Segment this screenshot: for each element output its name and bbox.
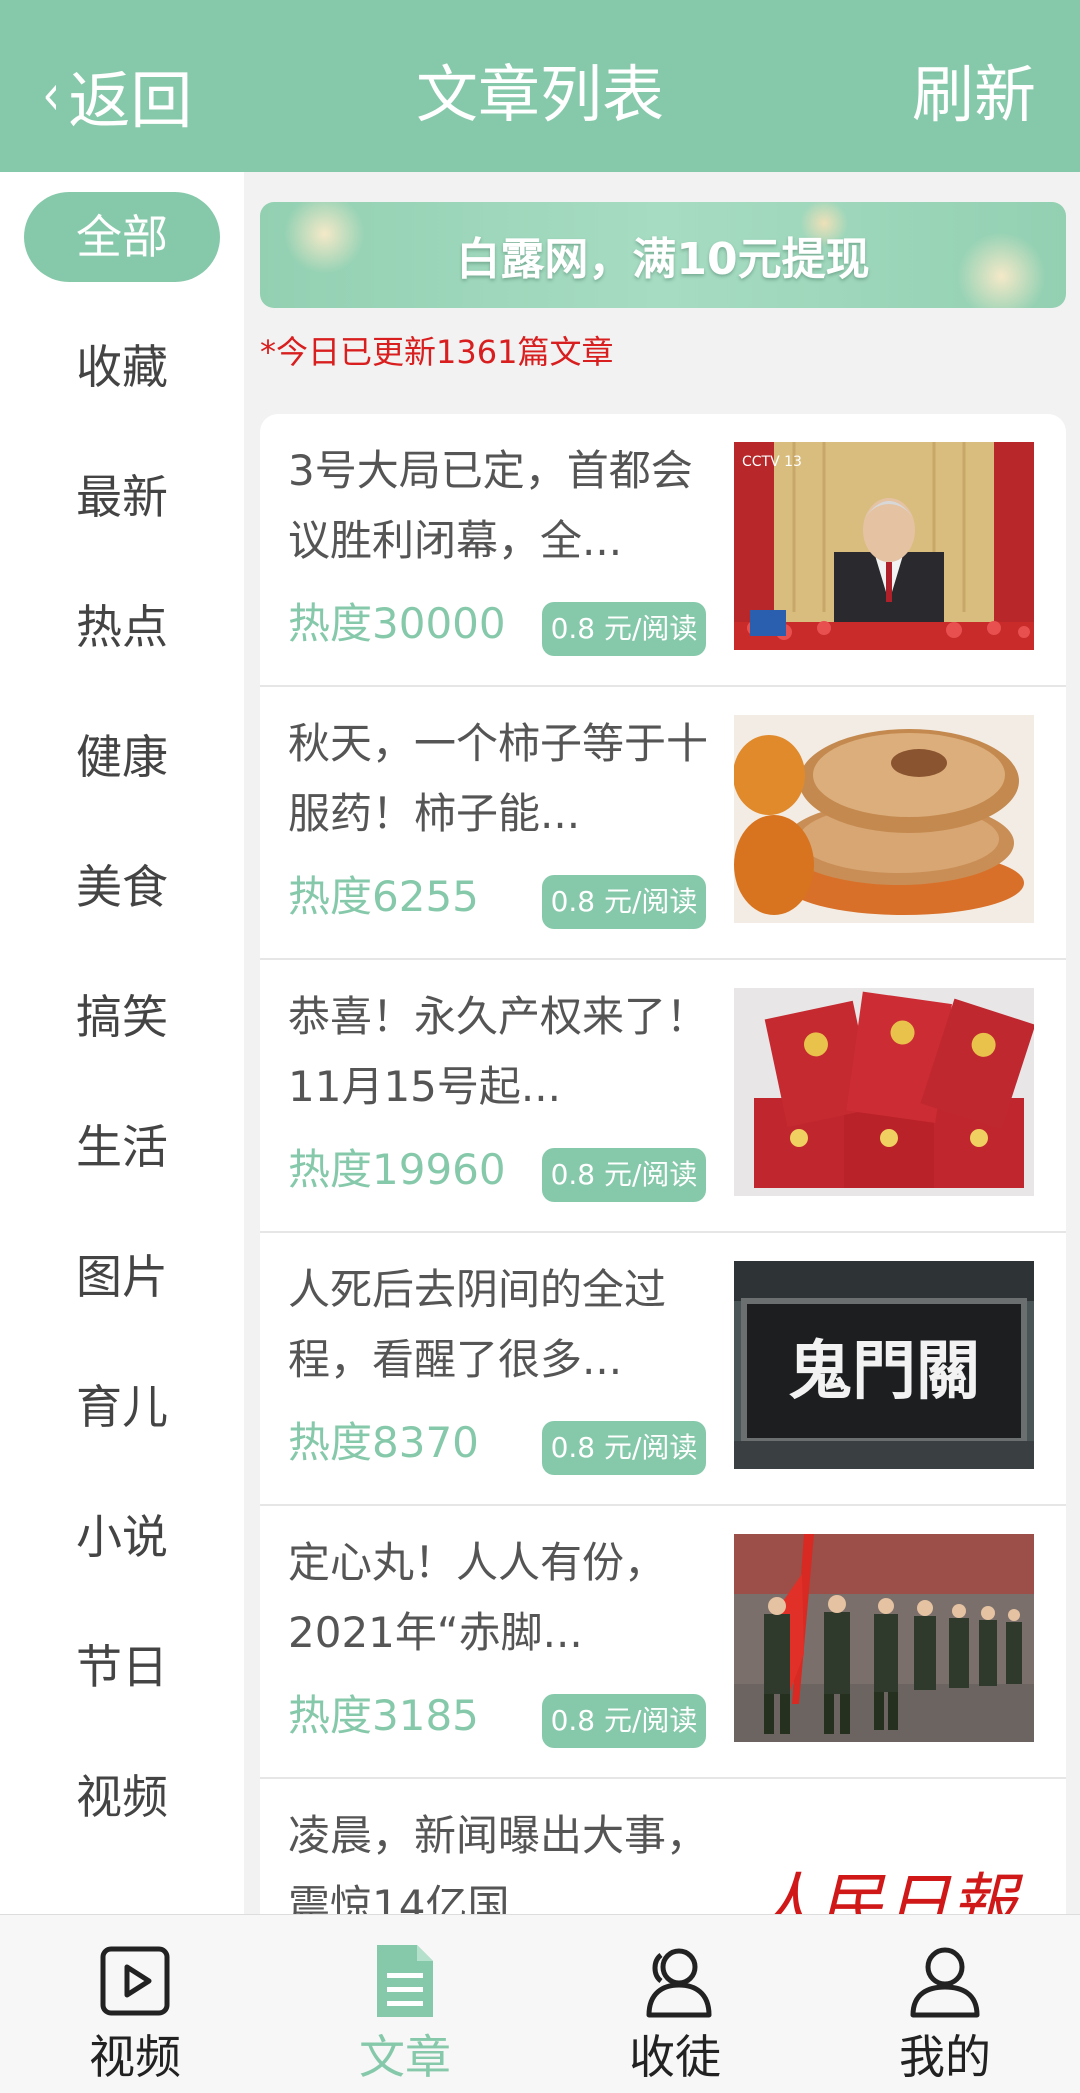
refresh-button[interactable]: 刷新 [912,50,1036,140]
price-badge: 0.8 元/阅读 [542,875,706,929]
price-badge: 0.8 元/阅读 [542,1694,706,1748]
tab-label: 收徒 [629,2030,721,2084]
heat-count: 热度3185 [288,1691,479,1740]
category-hot[interactable]: 热点 [24,582,220,672]
tab-label: 我的 [899,2030,991,2084]
heat-count: 热度6255 [288,872,479,921]
gate-sign-text: 鬼門關 [788,1334,980,1409]
category-funny[interactable]: 搞笑 [24,972,220,1062]
cctv-logo: CCTV 13 [742,454,802,470]
article-title: 人死后去阴间的全过程，看醒了很多... [288,1265,667,1384]
tab-profile[interactable]: 我的 [810,1915,1080,2093]
apprentice-icon [635,1941,715,2021]
category-favorites[interactable]: 收藏 [24,322,220,412]
article-card[interactable]: 秋天，一个柿子等于十服药！柿子能... 热度6255 0.8 元/阅读 [260,687,1066,960]
tab-apprentice[interactable]: 收徒 [540,1915,810,2093]
article-icon [365,1941,445,2021]
article-title: 恭喜！永久产权来了！11月15号起... [288,992,708,1111]
profile-icon [905,1941,985,2021]
price-badge: 0.8 元/阅读 [542,1148,706,1202]
tab-label: 视频 [89,2030,181,2084]
category-festival[interactable]: 节日 [24,1622,220,1712]
article-title: 秋天，一个柿子等于十服药！柿子能... [288,719,708,838]
price-badge: 0.8 元/阅读 [542,602,706,656]
price-badge: 0.8 元/阅读 [542,1421,706,1475]
heat-count: 热度30000 [288,599,506,648]
article-card[interactable]: 凌晨，新闻曝出大事，震惊14亿国... 人民日報 [260,1779,1066,1914]
tab-video[interactable]: 视频 [0,1915,270,2093]
dried-persimmon-photo [734,715,1034,923]
article-title: 定心丸！人人有份，2021年“赤脚... [288,1538,667,1657]
category-latest[interactable]: 最新 [24,452,220,542]
video-icon [95,1941,175,2021]
newspaper-logo-photo: 人民日報 [734,1807,1034,1914]
category-pictures[interactable]: 图片 [24,1232,220,1322]
withdraw-banner[interactable]: 白露网，满10元提现 [260,202,1066,308]
article-title: 3号大局已定，首都会议胜利闭幕，全... [288,446,693,565]
heat-count: 热度19960 [288,1145,506,1194]
update-notice: *今日已更新1361篇文章 [260,333,614,371]
tab-article[interactable]: 文章 [270,1915,540,2093]
conference-photo: CCTV 13 [734,442,1034,650]
heat-count: 热度8370 [288,1418,479,1467]
category-sidebar: 全部 收藏 最新 热点 健康 美食 搞笑 生活 图片 育儿 小说 节日 视频 [0,172,244,1914]
article-list: 3号大局已定，首都会议胜利闭幕，全... 热度30000 0.8 元/阅读 CC… [260,414,1066,1914]
article-card[interactable]: 恭喜！永久产权来了！11月15号起... 热度19960 0.8 元/阅读 [260,960,1066,1233]
property-certificate-photo [734,988,1034,1196]
category-health[interactable]: 健康 [24,712,220,802]
honor-guard-photo [734,1534,1034,1742]
article-title: 凌晨，新闻曝出大事，震惊14亿国... [288,1811,708,1914]
newspaper-logo-text: 人民日報 [752,1866,1024,1914]
article-card[interactable]: 人死后去阴间的全过程，看醒了很多... 热度8370 0.8 元/阅读 鬼門關 [260,1233,1066,1506]
ghost-gate-sign-photo: 鬼門關 [734,1261,1034,1469]
category-parenting[interactable]: 育儿 [24,1362,220,1452]
category-all[interactable]: 全部 [24,192,220,282]
tab-label: 文章 [359,2030,451,2084]
category-video[interactable]: 视频 [24,1752,220,1842]
bottom-nav: 视频 文章 收徒 我的 [0,1914,1080,2093]
article-panel: 白露网，满10元提现 *今日已更新1361篇文章 3号大局已定，首都会议胜利闭幕… [244,172,1080,1914]
category-life[interactable]: 生活 [24,1102,220,1192]
category-food[interactable]: 美食 [24,842,220,932]
top-bar: ‹ 返回 文章列表 刷新 [0,0,1080,172]
article-card[interactable]: 定心丸！人人有份，2021年“赤脚... 热度3185 0.8 元/阅读 [260,1506,1066,1779]
article-card[interactable]: 3号大局已定，首都会议胜利闭幕，全... 热度30000 0.8 元/阅读 CC… [260,414,1066,687]
category-novel[interactable]: 小说 [24,1492,220,1582]
